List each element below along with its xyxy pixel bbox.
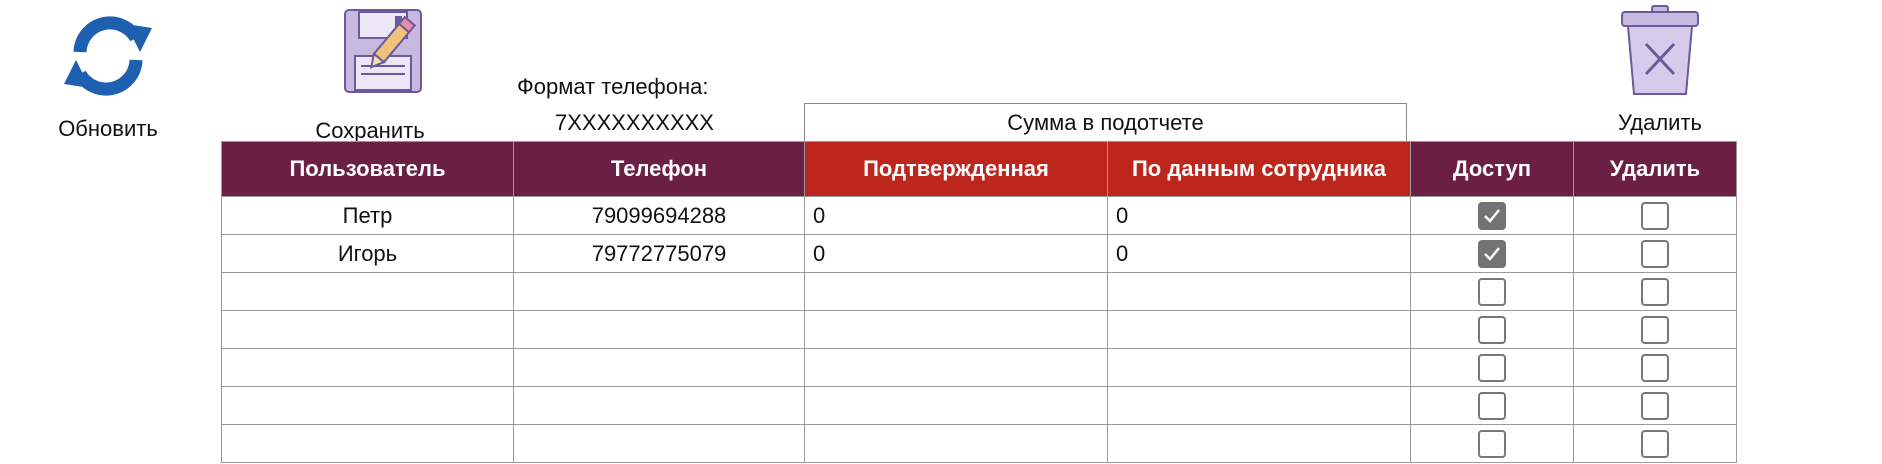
- table-row: [221, 310, 1737, 349]
- table-row: [221, 272, 1737, 311]
- cell-access: [1410, 234, 1574, 273]
- cell-access: [1410, 386, 1574, 425]
- cell-employee-data[interactable]: 0: [1107, 234, 1411, 273]
- cell-delete: [1573, 348, 1737, 387]
- refresh-button[interactable]: Обновить: [48, 8, 168, 142]
- refresh-label: Обновить: [58, 116, 158, 141]
- cell-delete: [1573, 310, 1737, 349]
- cell-user[interactable]: [221, 424, 514, 463]
- users-page: Обновить Сохранить Формат телефона: 7XXX…: [0, 0, 1882, 464]
- table-body: Петр 79099694288 0 0 Игорь 79772775079 0 0: [221, 196, 1737, 463]
- delete-checkbox[interactable]: [1641, 391, 1669, 420]
- cell-phone[interactable]: 79099694288: [513, 196, 805, 235]
- delete-checkbox[interactable]: [1641, 353, 1669, 382]
- cell-delete: [1573, 424, 1737, 463]
- cell-phone[interactable]: 79772775079: [513, 234, 805, 273]
- column-header-access[interactable]: Доступ: [1410, 141, 1574, 197]
- users-table: Пользователь Телефон Подтвержденная По д…: [221, 141, 1737, 463]
- cell-confirmed[interactable]: [804, 348, 1108, 387]
- cell-delete: [1573, 272, 1737, 311]
- access-checkbox[interactable]: [1478, 315, 1506, 344]
- cell-delete: [1573, 386, 1737, 425]
- cell-user[interactable]: [221, 310, 514, 349]
- cell-phone[interactable]: [513, 386, 805, 425]
- access-checkbox[interactable]: [1478, 353, 1506, 382]
- cell-confirmed[interactable]: [804, 386, 1108, 425]
- cell-confirmed[interactable]: 0: [804, 234, 1108, 273]
- column-header-user[interactable]: Пользователь: [221, 141, 514, 197]
- table-row: [221, 386, 1737, 425]
- cell-employee-data[interactable]: [1107, 272, 1411, 311]
- table-row: [221, 348, 1737, 387]
- cell-access: [1410, 196, 1574, 235]
- cell-confirmed[interactable]: [804, 272, 1108, 311]
- floppy-pencil-icon: [344, 9, 422, 93]
- cell-employee-data[interactable]: [1107, 348, 1411, 387]
- column-header-phone[interactable]: Телефон: [513, 141, 805, 197]
- cell-employee-data[interactable]: [1107, 386, 1411, 425]
- cell-confirmed[interactable]: 0: [804, 196, 1108, 235]
- cell-phone[interactable]: [513, 272, 805, 311]
- column-header-employee-data[interactable]: По данным сотрудника: [1107, 141, 1411, 197]
- trash-icon: [1621, 5, 1699, 95]
- cell-access: [1410, 424, 1574, 463]
- table-row: Петр 79099694288 0 0: [221, 196, 1737, 235]
- cell-delete: [1573, 196, 1737, 235]
- group-header-advance-amount: Сумма в подотчете: [804, 103, 1407, 141]
- cell-user[interactable]: Игорь: [221, 234, 514, 273]
- cell-employee-data[interactable]: 0: [1107, 196, 1411, 235]
- table-row: Игорь 79772775079 0 0: [221, 234, 1737, 273]
- delete-checkbox[interactable]: [1641, 277, 1669, 306]
- delete-checkbox[interactable]: [1641, 239, 1669, 268]
- column-header-confirmed[interactable]: Подтвержденная: [804, 141, 1108, 197]
- cell-user[interactable]: [221, 386, 514, 425]
- phone-format-value: 7XXXXXXXXXX: [555, 110, 714, 135]
- column-header-delete[interactable]: Удалить: [1573, 141, 1737, 197]
- cell-confirmed[interactable]: [804, 424, 1108, 463]
- cell-user[interactable]: [221, 272, 514, 311]
- cell-employee-data[interactable]: [1107, 310, 1411, 349]
- table-row: [221, 424, 1737, 463]
- phone-format-title: Формат телефона:: [517, 74, 709, 99]
- cell-delete: [1573, 234, 1737, 273]
- save-button[interactable]: Сохранить: [300, 8, 440, 144]
- cell-phone[interactable]: [513, 310, 805, 349]
- delete-checkbox[interactable]: [1641, 429, 1669, 458]
- access-checkbox[interactable]: [1478, 239, 1506, 268]
- access-checkbox[interactable]: [1478, 391, 1506, 420]
- table-header-row: Пользователь Телефон Подтвержденная По д…: [221, 141, 1737, 197]
- cell-access: [1410, 310, 1574, 349]
- cell-access: [1410, 272, 1574, 311]
- cell-user[interactable]: Петр: [221, 196, 514, 235]
- check-icon: [1484, 208, 1500, 223]
- cell-phone[interactable]: [513, 424, 805, 463]
- cell-phone[interactable]: [513, 348, 805, 387]
- delete-label: Удалить: [1618, 110, 1702, 135]
- delete-checkbox[interactable]: [1641, 201, 1669, 230]
- delete-button[interactable]: Удалить: [1600, 4, 1720, 136]
- cell-user[interactable]: [221, 348, 514, 387]
- delete-checkbox[interactable]: [1641, 315, 1669, 344]
- access-checkbox[interactable]: [1478, 429, 1506, 458]
- access-checkbox[interactable]: [1478, 277, 1506, 306]
- cell-employee-data[interactable]: [1107, 424, 1411, 463]
- check-icon: [1484, 246, 1500, 261]
- access-checkbox[interactable]: [1478, 201, 1506, 230]
- refresh-icon: [64, 16, 152, 96]
- cell-confirmed[interactable]: [804, 310, 1108, 349]
- cell-access: [1410, 348, 1574, 387]
